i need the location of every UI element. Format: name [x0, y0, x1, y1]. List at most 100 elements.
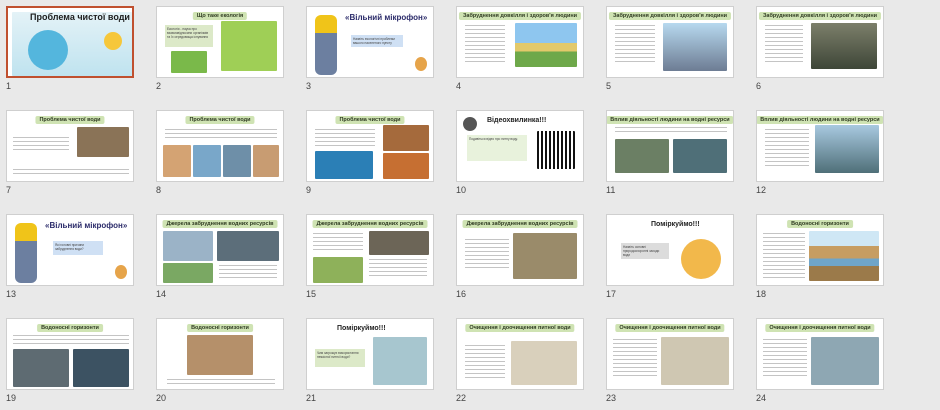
slide-thumbnail-1[interactable]: Проблема чистої води 1: [6, 6, 152, 106]
slide-preview: Проблема чистої води: [156, 110, 284, 182]
slide-preview: Проблема чистої води: [306, 110, 434, 182]
slide-text-block: [219, 265, 277, 279]
well-illustration: [187, 335, 253, 375]
slide-thumbnail-19[interactable]: Водоносні горизонти 19: [6, 318, 152, 410]
slide-thumbnail-8[interactable]: Проблема чистої води 8: [156, 110, 302, 210]
slide-number: 24: [756, 393, 767, 403]
dry-field-photo: [383, 125, 429, 151]
slide-number: 7: [6, 185, 12, 195]
slide-title: Вплив діяльності людини на водні ресурси: [607, 116, 733, 124]
slide-text-block: [465, 345, 505, 381]
slide-preview: «Вільний мікрофон» Назвіть екологічні пр…: [306, 6, 434, 78]
slide-text-block: [763, 233, 805, 281]
slide-title: «Вільний мікрофон»: [345, 13, 428, 22]
lake-photo: [815, 125, 879, 173]
slide-thumbnail-14[interactable]: Джерела забруднення водних ресурсів 14: [156, 214, 302, 314]
slide-text-block: [763, 339, 807, 379]
oil-photo: [369, 231, 429, 255]
slide-thumbnail-5[interactable]: Забруднення довкілля і здоров'я людини 5: [606, 6, 752, 106]
pollution-photo: [217, 231, 279, 261]
slide-preview: Проблема чистої води: [6, 110, 134, 182]
slide-thumbnail-12[interactable]: Вплив діяльності людини на водні ресурси…: [756, 110, 902, 210]
cracked-earth-photo: [383, 153, 429, 179]
slide-thumbnail-11[interactable]: Вплив діяльності людини на водні ресурси…: [606, 110, 752, 210]
water-photo: [73, 349, 129, 387]
person-with-microphone-icon: [315, 15, 337, 75]
slide-title: Водоносні горизонти: [187, 324, 253, 332]
slide-text-block: [13, 335, 129, 345]
slide-title: Забруднення довкілля і здоров'я людини: [758, 12, 882, 20]
slide-thumbnail-22[interactable]: Очищення і доочищення питної води 22: [456, 318, 602, 410]
water-photo: [77, 127, 129, 157]
slide-text-block: [765, 25, 803, 65]
slide-thumbnail-21[interactable]: Поміркуймо!!! Чим загрожує використання …: [306, 318, 452, 410]
slide-preview: Водоносні горизонти: [6, 318, 134, 390]
slide-thumbnail-16[interactable]: Джерела забруднення водних ресурсів 16: [456, 214, 602, 314]
slide-title: Проблема чистої води: [35, 116, 105, 124]
field-photo: [515, 23, 577, 67]
slide-text-block: [167, 379, 275, 387]
slide-number: 2: [156, 81, 162, 91]
slide-thumbnail-20[interactable]: Водоносні горизонти 20: [156, 318, 302, 410]
slide-thumbnail-2[interactable]: Що таке екологія Екологія - наука про вз…: [156, 6, 302, 106]
slide-number: 10: [456, 185, 467, 195]
slide-title: Поміркуймо!!!: [651, 221, 700, 228]
slide-text: Чим загрожує використання неякісної питн…: [315, 349, 365, 367]
slide-number: 5: [606, 81, 612, 91]
pollution-illustration: [663, 23, 727, 71]
slide-thumbnail-18[interactable]: Водоносні горизонти 18: [756, 214, 902, 314]
slide-preview: Вплив діяльності людини на водні ресурси: [756, 110, 884, 182]
slide-title: Відеохвилинка!!!: [487, 117, 547, 124]
slide-thumbnail-7[interactable]: Проблема чистої води 7: [6, 110, 152, 210]
slide-preview: Відеохвилинка!!! Подивіться відео про пи…: [456, 110, 584, 182]
slide-thumbnail-6[interactable]: Забруднення довкілля і здоров'я людини 6: [756, 6, 902, 106]
tap-drop-illustration: [28, 30, 68, 70]
slide-title: Джерела забруднення водних ресурсів: [312, 220, 428, 228]
slide-preview: Водоносні горизонти: [156, 318, 284, 390]
slide-preview: Забруднення довкілля і здоров'я людини: [606, 6, 734, 78]
slide-thumbnail-23[interactable]: Очищення і доочищення питної води 23: [606, 318, 752, 410]
slide-number: 14: [156, 289, 167, 299]
photo-3: [223, 145, 251, 177]
slide-number: 4: [456, 81, 462, 91]
slide-number: 20: [156, 393, 167, 403]
slide-title: Забруднення довкілля і здоров'я людини: [458, 12, 582, 20]
person-with-microphone-icon: [15, 223, 37, 283]
water-glass-photo: [373, 337, 427, 385]
slide-text-block: [465, 239, 509, 269]
slide-text: Екологія - наука про взаємовідносини орг…: [165, 25, 213, 47]
slide-title: Вплив діяльності людини на водні ресурси: [757, 116, 883, 124]
slide-thumbnail-3[interactable]: «Вільний мікрофон» Назвіть екологічні пр…: [306, 6, 452, 106]
slide-thumbnail-24[interactable]: Очищення і доочищення питної води 24: [756, 318, 902, 410]
slide-thumbnail-9[interactable]: Проблема чистої води 9: [306, 110, 452, 210]
slide-preview: Забруднення довкілля і здоров'я людини: [456, 6, 584, 78]
slide-preview: Поміркуймо!!! Назвіть основні природоохо…: [606, 214, 734, 286]
slide-thumbnail-17[interactable]: Поміркуймо!!! Назвіть основні природоохо…: [606, 214, 752, 314]
slide-text-block: [613, 339, 657, 379]
field-photo: [313, 257, 363, 283]
photo-2: [193, 145, 221, 177]
slide-title: Проблема чистої води: [185, 116, 255, 124]
slide-number: 11: [606, 185, 616, 195]
slide-preview: Водоносні горизонти: [756, 214, 884, 286]
slide-caption-block: [13, 169, 129, 177]
slide-preview: Проблема чистої води: [6, 6, 134, 78]
slide-thumbnail-4[interactable]: Забруднення довкілля і здоров'я людини 4: [456, 6, 602, 106]
slide-thumbnail-15[interactable]: Джерела забруднення водних ресурсів 15: [306, 214, 452, 314]
slide-text-block: [313, 233, 363, 253]
qr-code: [537, 131, 575, 169]
slide-preview: «Вільний мікрофон» Які головні причини з…: [6, 214, 134, 286]
slide-preview: Джерела забруднення водних ресурсів: [156, 214, 284, 286]
slide-number: 15: [306, 289, 317, 299]
slide-title: Що таке екологія: [192, 12, 248, 20]
slide-thumbnail-10[interactable]: Відеохвилинка!!! Подивіться відео про пи…: [456, 110, 602, 210]
slide-number: 8: [156, 185, 162, 195]
microphone-icon: [115, 265, 127, 279]
slide-number: 3: [306, 81, 312, 91]
slide-thumbnail-13[interactable]: «Вільний мікрофон» Які головні причини з…: [6, 214, 152, 314]
slide-text-block-2: [369, 259, 427, 279]
slide-title: Поміркуймо!!!: [337, 325, 386, 332]
slide-text: Подивіться відео про питну воду.: [467, 135, 527, 161]
landscape-photo: [163, 263, 213, 283]
slide-number: 1: [6, 81, 12, 91]
